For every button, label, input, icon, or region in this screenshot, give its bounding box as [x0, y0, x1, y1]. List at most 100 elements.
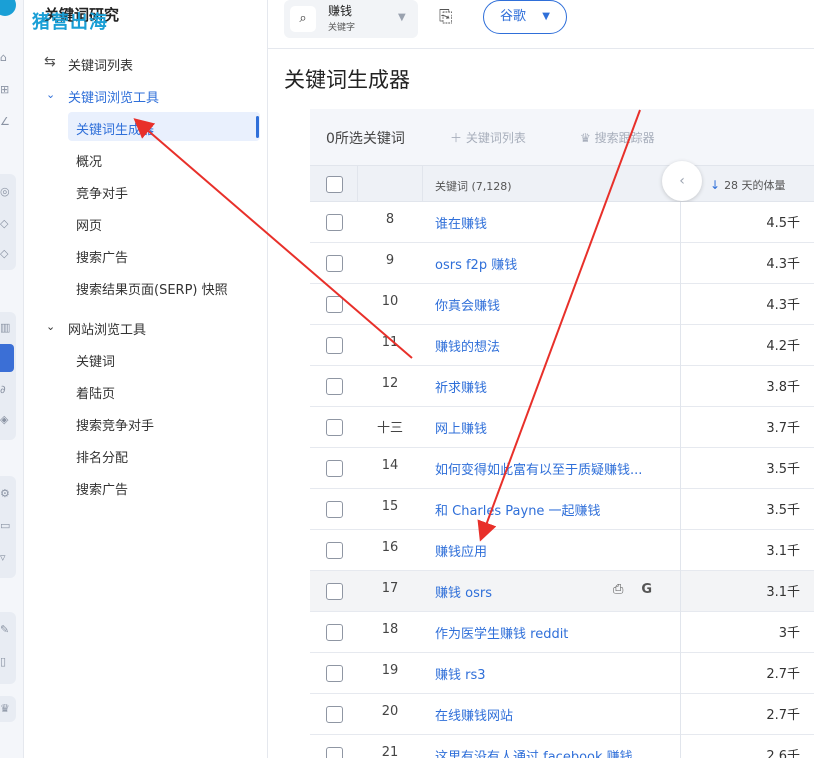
sidebar-item-keyword-lists[interactable]: 关键词列表 — [68, 55, 133, 74]
row-keyword-link[interactable]: 谁在赚钱 — [435, 213, 660, 232]
table-row[interactable]: 16 赚钱应用 3.1千 — [310, 530, 814, 571]
row-checkbox[interactable] — [326, 337, 343, 354]
phone-icon[interactable]: ▯ — [0, 656, 10, 668]
row-checkbox[interactable] — [326, 419, 343, 436]
search-icon[interactable]: ⌕ — [290, 6, 316, 32]
table-row[interactable]: 9 osrs f2p 赚钱 4.3千 — [310, 243, 814, 284]
settings-icon[interactable]: ⚙ — [0, 488, 10, 500]
table-row[interactable]: 8 谁在赚钱 4.5千 — [310, 202, 814, 243]
row-checkbox[interactable] — [326, 665, 343, 682]
add-to-list-button[interactable]: ＋ 关键词列表 — [450, 129, 526, 146]
table-row[interactable]: 18 作为医学生赚钱 reddit 3千 — [310, 612, 814, 653]
table-row[interactable]: 19 赚钱 rs3 2.7千 — [310, 653, 814, 694]
dashboard-icon[interactable]: ⊞ — [0, 84, 10, 96]
row-checkbox[interactable] — [326, 460, 343, 477]
row-checkbox[interactable] — [326, 747, 343, 758]
row-keyword-link[interactable]: 和 Charles Payne 一起赚钱 — [435, 500, 660, 519]
row-rank: 14 — [381, 458, 399, 473]
column-divider — [680, 694, 681, 735]
row-checkbox[interactable] — [326, 624, 343, 641]
column-divider — [680, 571, 681, 612]
sidebar-item-site-explorer[interactable]: 网站浏览工具 — [68, 319, 146, 338]
row-checkbox[interactable] — [326, 706, 343, 723]
column-header-keyword[interactable]: 关键词 (7,128) — [435, 178, 512, 194]
column-header-volume[interactable]: ↓ 28 天的体量 — [710, 177, 786, 193]
row-keyword-link[interactable]: 赚钱 rs3 — [435, 664, 660, 683]
table-row[interactable]: 21 这里有没有人通过 facebook 赚钱... 2.6千 — [310, 735, 814, 758]
search-input[interactable]: 赚钱 — [328, 2, 352, 19]
link-icon[interactable]: ∂ — [0, 384, 10, 396]
table-row[interactable]: 10 你真会赚钱 4.3千 — [310, 284, 814, 325]
collapse-panel-button[interactable]: ‹ — [662, 161, 702, 201]
row-checkbox[interactable] — [326, 255, 343, 272]
edit-icon[interactable]: ✎ — [0, 624, 10, 636]
watermark-logo: 猪营出海 — [32, 12, 108, 33]
row-checkbox[interactable] — [326, 296, 343, 313]
table-row[interactable]: 20 在线赚钱网站 2.7千 — [310, 694, 814, 735]
location-icon[interactable]: ◇ — [0, 248, 10, 260]
row-checkbox[interactable] — [326, 214, 343, 231]
row-checkbox[interactable] — [326, 583, 343, 600]
sidebar-item-keywords[interactable]: 关键词 — [76, 351, 115, 370]
sidebar-item-competitors[interactable]: 竞争对手 — [76, 183, 128, 202]
row-volume: 3.1千 — [766, 585, 800, 600]
table-row[interactable]: 12 祈求赚钱 3.8千 — [310, 366, 814, 407]
sidebar-item-keyword-generator[interactable]: 关键词生成器 — [76, 119, 154, 138]
row-volume: 3.1千 — [766, 544, 800, 559]
google-icon[interactable]: G — [641, 582, 652, 597]
filter-icon[interactable]: ▿ — [0, 552, 10, 564]
column-divider — [680, 243, 681, 284]
compare-icon[interactable]: ⎘ — [439, 7, 453, 27]
sidebar-item-landing-pages[interactable]: 着陆页 — [76, 383, 115, 402]
home-icon[interactable]: ⌂ — [0, 52, 10, 64]
sidebar-item-serp-snapshot[interactable]: 搜索结果页面(SERP) 快照 — [76, 279, 228, 298]
chevron-down-icon[interactable]: ⌄ — [46, 88, 55, 101]
row-checkbox[interactable] — [326, 542, 343, 559]
chevron-down-icon[interactable]: ⌄ — [46, 320, 55, 333]
row-keyword-link[interactable]: 在线赚钱网站 — [435, 705, 660, 724]
row-keyword-link[interactable]: 作为医学生赚钱 reddit — [435, 623, 660, 642]
top-bar: ⌕ 赚钱 关键字 ▼ ⎘ 谷歌 ▼ — [268, 0, 814, 49]
row-keyword-link[interactable]: 你真会赚钱 — [435, 295, 660, 314]
row-keyword-link[interactable]: 赚钱应用 — [435, 541, 660, 560]
keyword-search-box[interactable]: ⌕ 赚钱 关键字 ▼ — [284, 0, 418, 38]
row-keyword-link[interactable]: osrs f2p 赚钱 — [435, 254, 660, 273]
row-rank: 17 — [381, 581, 399, 596]
sidebar-item-search-ads[interactable]: 搜索广告 — [76, 247, 128, 266]
column-divider — [680, 653, 681, 694]
tag-icon[interactable]: ◈ — [0, 414, 10, 426]
bar-chart-icon[interactable]: ▥ — [0, 322, 10, 334]
table-row[interactable]: 11 赚钱的想法 4.2千 — [310, 325, 814, 366]
sidebar-item-search-ads-2[interactable]: 搜索广告 — [76, 479, 128, 498]
table-row[interactable]: 14 如何变得如此富有以至于质疑赚钱... 3.5千 — [310, 448, 814, 489]
row-checkbox[interactable] — [326, 378, 343, 395]
app-logo-icon[interactable] — [0, 0, 16, 16]
serp-snapshot-icon[interactable]: ⎙ — [613, 582, 623, 597]
report-icon[interactable]: ▭ — [0, 520, 10, 532]
sidebar-item-search-competitors[interactable]: 搜索竞争对手 — [76, 415, 154, 434]
chart-icon[interactable]: ∠ — [0, 116, 10, 128]
active-rail-item[interactable] — [0, 344, 14, 372]
crown-icon[interactable]: ♛ — [0, 703, 10, 715]
row-keyword-link[interactable]: 祈求赚钱 — [435, 377, 660, 396]
table-row[interactable]: 17 赚钱 osrs ⎙ G 3.1千 — [310, 571, 814, 612]
rank-tracker-button[interactable]: ♛ 搜索跟踪器 — [580, 129, 655, 146]
row-keyword-link[interactable]: 网上赚钱 — [435, 418, 660, 437]
sidebar-item-pages[interactable]: 网页 — [76, 215, 102, 234]
crown-icon: ♛ — [580, 131, 595, 145]
select-all-checkbox[interactable] — [326, 176, 343, 193]
search-engine-select[interactable]: 谷歌 ▼ — [483, 0, 567, 34]
row-rank: 8 — [385, 212, 395, 227]
row-checkbox[interactable] — [326, 501, 343, 518]
table-row[interactable]: 15 和 Charles Payne 一起赚钱 3.5千 — [310, 489, 814, 530]
row-keyword-link[interactable]: 这里有没有人通过 facebook 赚钱... — [435, 746, 660, 758]
row-keyword-link[interactable]: 赚钱的想法 — [435, 336, 660, 355]
table-row[interactable]: 十三 网上赚钱 3.7千 — [310, 407, 814, 448]
target-icon[interactable]: ◇ — [0, 218, 10, 230]
sidebar-item-rank-distribution[interactable]: 排名分配 — [76, 447, 128, 466]
sidebar-item-overview[interactable]: 概况 — [76, 151, 102, 170]
chevron-down-icon[interactable]: ▼ — [398, 12, 406, 23]
row-keyword-link[interactable]: 如何变得如此富有以至于质疑赚钱... — [435, 459, 660, 478]
sidebar-item-keyword-explorer[interactable]: 关键词浏览工具 — [68, 87, 159, 106]
globe-icon[interactable]: ◎ — [0, 186, 10, 198]
